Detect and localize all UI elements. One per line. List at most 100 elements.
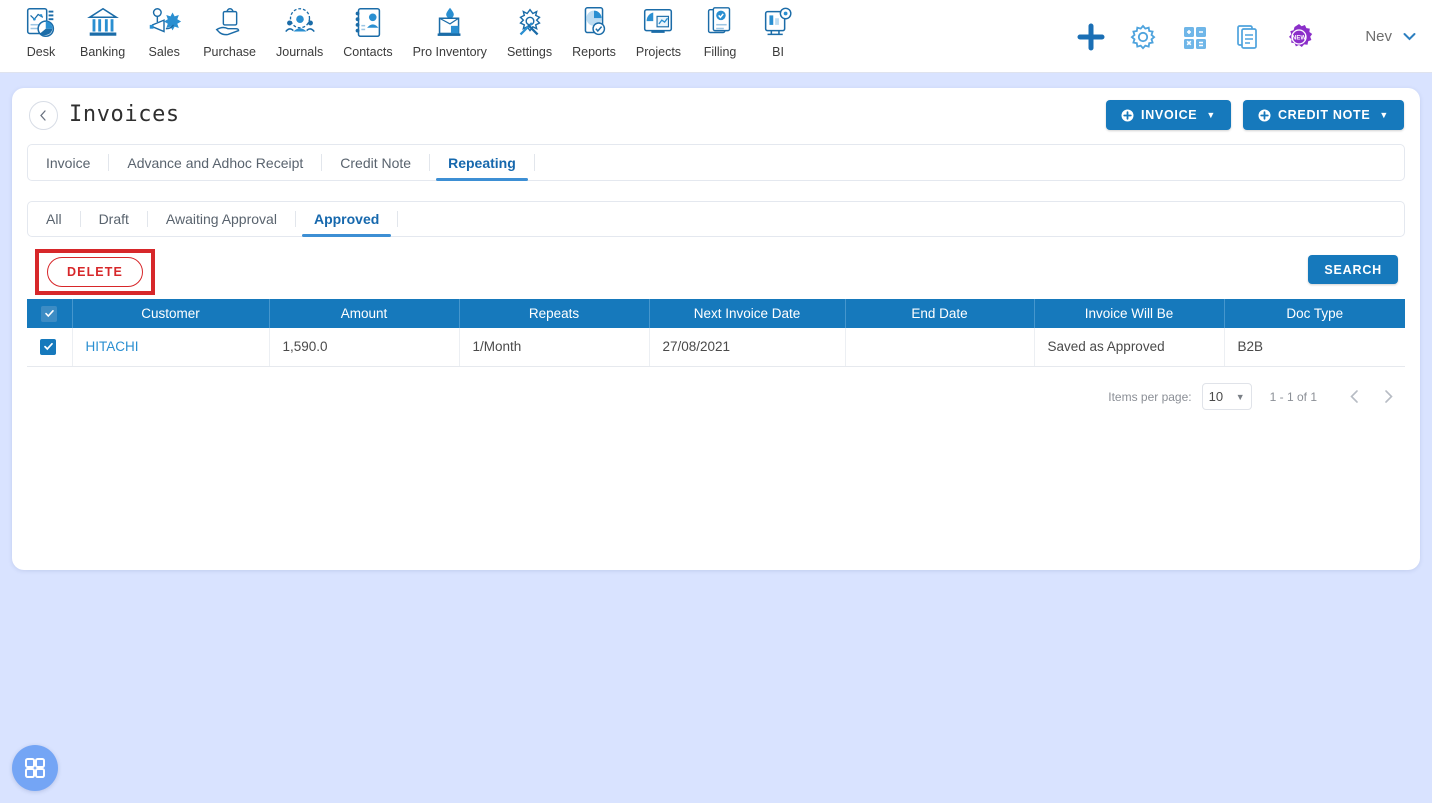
items-per-page-value: 10 (1208, 389, 1224, 404)
tab-credit-note[interactable]: Credit Note (322, 145, 429, 180)
nav-item-purchase[interactable]: Purchase (193, 0, 266, 59)
column-header-repeats[interactable]: Repeats (459, 299, 650, 328)
tab-awaiting-approval[interactable]: Awaiting Approval (148, 202, 295, 236)
check-icon (44, 310, 54, 318)
tab-approved[interactable]: Approved (296, 202, 397, 237)
row-select-cell (27, 328, 73, 367)
items-per-page-select[interactable]: 10 ▼ (1201, 383, 1252, 410)
add-plus-icon[interactable] (1076, 22, 1106, 52)
nav-item-journals[interactable]: Journals (266, 0, 333, 59)
tab-label: Approved (313, 211, 380, 227)
bank-building-icon (86, 7, 119, 36)
tab-label: Invoice (46, 154, 91, 171)
inventory-box-icon (437, 7, 461, 36)
table-header: Customer Amount Repeats Next Invoice Dat… (27, 299, 1405, 328)
column-header-invoice-will-be[interactable]: Invoice Will Be (1034, 299, 1225, 328)
back-button[interactable] (29, 101, 58, 130)
card-header: Invoices INVOICE ▼ CREDIT NOTE ▼ (12, 88, 1420, 144)
primary-tab-strip: Invoice Advance and Adhoc Receipt Credit… (27, 144, 1405, 181)
column-header-end-date[interactable]: End Date (845, 299, 1035, 328)
cell-amount: 1,590.0 (269, 328, 460, 367)
column-header-customer[interactable]: Customer (72, 299, 270, 328)
nav-item-sales[interactable]: Sales (135, 0, 193, 59)
document-icon[interactable] (1232, 22, 1262, 52)
nav-label: Contacts (343, 45, 393, 59)
header-action-buttons: INVOICE ▼ CREDIT NOTE ▼ (1106, 100, 1404, 130)
nav-item-settings[interactable]: Settings (497, 0, 562, 59)
tab-invoice[interactable]: Invoice (28, 145, 108, 180)
cell-customer: HITACHI (72, 328, 270, 367)
tab-all[interactable]: All (28, 202, 80, 236)
nav-label: BI (772, 45, 784, 59)
nav-item-filling[interactable]: Filling (691, 0, 749, 59)
cell-invoice-will-be: Saved as Approved (1034, 328, 1225, 367)
delete-button[interactable]: DELETE (47, 257, 143, 287)
nav-label: Settings (506, 45, 553, 59)
apps-grid-fab[interactable] (12, 745, 58, 791)
items-per-page-label: Items per page: (1108, 389, 1192, 404)
gear-icon[interactable] (1128, 22, 1158, 52)
check-icon (43, 342, 53, 351)
column-header-doc-type[interactable]: Doc Type (1224, 299, 1405, 328)
circle-plus-icon (1121, 109, 1134, 122)
tab-advance-and-adhoc-receipt[interactable]: Advance and Adhoc Receipt (109, 145, 321, 180)
calculator-icon[interactable] (1180, 22, 1210, 52)
nav-label: Reports (572, 45, 616, 59)
invoices-card: Invoices INVOICE ▼ CREDIT NOTE ▼ Invoice… (12, 88, 1420, 570)
nav-item-banking[interactable]: Banking (70, 0, 135, 59)
nav-item-projects[interactable]: Projects (626, 0, 691, 59)
chevron-left-icon (1349, 390, 1358, 403)
top-navigation-bar: Desk Banking Sales Purchase Journals Con… (0, 0, 1432, 73)
top-nav-items: Desk Banking Sales Purchase Journals Con… (0, 0, 807, 59)
select-all-header-cell (27, 299, 73, 328)
pagination-range: 1 - 1 of 1 (1269, 389, 1317, 404)
select-all-checkbox[interactable] (41, 305, 58, 322)
back-chevron-icon (40, 110, 46, 121)
new-credit-note-button-label: CREDIT NOTE (1277, 108, 1371, 122)
user-name: Nev (1365, 28, 1392, 45)
search-button[interactable]: SEARCH (1308, 255, 1398, 284)
delete-button-highlight: DELETE (35, 249, 155, 295)
purchase-hand-bag-icon (215, 8, 239, 36)
repeating-invoices-table: Customer Amount Repeats Next Invoice Dat… (27, 299, 1405, 367)
svg-text:NEW: NEW (1292, 35, 1306, 41)
user-menu[interactable]: Nev (1365, 28, 1418, 45)
cell-doc-type: B2B (1224, 328, 1405, 367)
column-header-amount[interactable]: Amount (269, 299, 460, 328)
nav-item-contacts[interactable]: Contacts (333, 0, 402, 59)
nav-item-pro-inventory[interactable]: Pro Inventory (403, 0, 497, 59)
grid-apps-icon (25, 758, 45, 778)
tab-label: Awaiting Approval (165, 211, 277, 227)
table-header-row: Customer Amount Repeats Next Invoice Dat… (27, 299, 1405, 328)
previous-page-button[interactable] (1337, 380, 1371, 414)
new-invoice-button[interactable]: INVOICE ▼ (1106, 100, 1231, 130)
tab-draft[interactable]: Draft (81, 202, 147, 236)
table-row[interactable]: HITACHI 1,590.0 1/Month 27/08/2021 Saved… (27, 328, 1405, 367)
contacts-address-book-icon (355, 7, 381, 38)
nav-item-bi[interactable]: BI (749, 0, 807, 59)
nav-label: Filling (703, 45, 737, 59)
filling-docs-check-icon (707, 7, 731, 34)
nav-item-desk[interactable]: Desk (12, 0, 70, 59)
tab-repeating[interactable]: Repeating (430, 145, 534, 181)
customer-link[interactable]: HITACHI (86, 339, 139, 354)
reports-pie-doc-icon (584, 7, 606, 36)
circle-plus-icon (1258, 109, 1271, 122)
nav-label: Journals (276, 45, 324, 59)
tab-label: All (46, 211, 62, 227)
cell-next-invoice-date: 27/08/2021 (649, 328, 846, 367)
column-header-next-invoice-date[interactable]: Next Invoice Date (649, 299, 846, 328)
new-badge-icon[interactable]: NEW (1284, 22, 1314, 52)
chevron-right-icon (1384, 390, 1393, 403)
chevron-down-icon: ▼ (1235, 391, 1245, 402)
status-tab-strip: All Draft Awaiting Approval Approved (27, 201, 1405, 237)
next-page-button[interactable] (1371, 380, 1405, 414)
nav-label: Desk (26, 45, 56, 59)
cell-repeats: 1/Month (459, 328, 650, 367)
nav-item-reports[interactable]: Reports (562, 0, 626, 59)
nav-label: Projects (635, 45, 682, 59)
new-credit-note-button[interactable]: CREDIT NOTE ▼ (1242, 100, 1404, 130)
settings-tools-icon (518, 8, 541, 36)
desk-dashboard-icon (26, 7, 55, 38)
row-checkbox[interactable] (40, 338, 56, 355)
